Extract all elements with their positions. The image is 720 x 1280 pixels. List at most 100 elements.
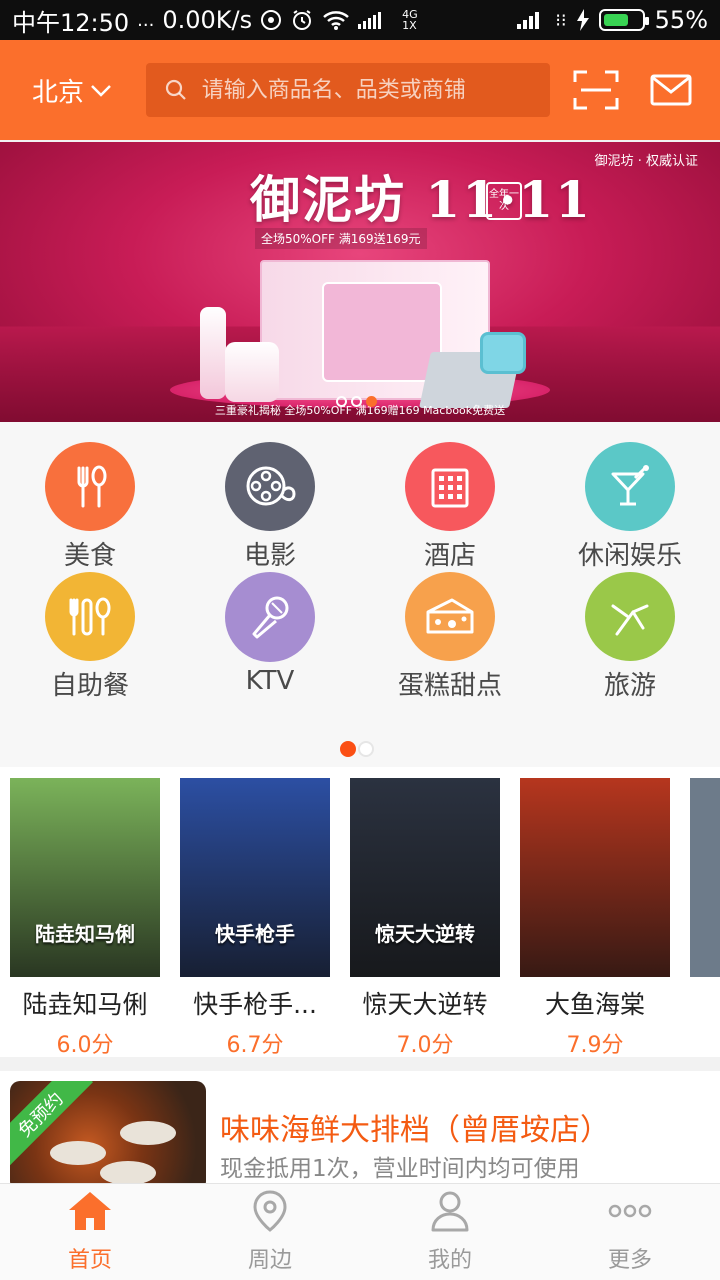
banner-page-indicator <box>336 396 377 407</box>
banner-brand: 御泥坊 · 权威认证 <box>595 150 698 169</box>
category-page-indicator <box>340 741 374 757</box>
search-icon <box>164 78 188 102</box>
movie-poster: 陆垚知马俐 <box>10 778 160 977</box>
banner-dot <box>366 396 377 407</box>
person-icon <box>430 1190 470 1236</box>
hotspot-icon <box>260 9 282 31</box>
battery-percent: 55% <box>655 6 708 34</box>
nav-label: 更多 <box>608 1242 652 1274</box>
banner-promo: 全场50%OFF 满169送169元 <box>255 228 427 249</box>
movie-poster <box>690 778 720 977</box>
category-item[interactable]: 电影 <box>180 442 360 572</box>
cocktail-icon <box>585 442 675 531</box>
nav-label: 周边 <box>248 1242 292 1274</box>
movie-poster: 快手枪手 <box>180 778 330 977</box>
category-item[interactable]: KTV <box>180 572 360 702</box>
nav-item[interactable]: 首页 <box>0 1184 180 1280</box>
movie-score: 7.9分 <box>520 1027 670 1057</box>
category-item[interactable]: 蛋糕甜点 <box>360 572 540 702</box>
travel-icon <box>585 572 675 661</box>
category-page-dot <box>358 741 374 757</box>
city-label: 北京 <box>32 72 84 109</box>
category-page-dot <box>340 741 356 757</box>
network-type: 4G 1X <box>402 9 418 31</box>
movie-card[interactable]: 陆垚知马俐 陆垚知马俐 6.0分 <box>10 778 160 1057</box>
category-item[interactable]: 旅游 <box>540 572 720 702</box>
category-item[interactable]: 休闲娱乐 <box>540 442 720 572</box>
category-label: KTV <box>246 666 295 696</box>
category-item[interactable]: 酒店 <box>360 442 540 572</box>
banner-dot <box>336 396 347 407</box>
category-label: 蛋糕甜点 <box>398 665 502 702</box>
category-item[interactable]: 美食 <box>0 442 180 572</box>
poster-title: 陆垚知马俐 <box>16 918 154 947</box>
deal-card[interactable]: 免预约 味味海鲜大排档（曾厝垵店） 现金抵用1次，营业时间内均可使用 <box>0 1071 720 1183</box>
status-time: 中午12:50 <box>12 3 129 38</box>
poster-title: 惊天大逆转 <box>356 918 494 947</box>
promo-banner[interactable]: 御泥坊 11·11 全年一次 全场50%OFF 满169送169元 御泥坊 · … <box>0 142 720 422</box>
category-label: 电影 <box>244 535 296 572</box>
bottom-nav: 首页 周边 我的 更多 <box>0 1183 720 1280</box>
search-input[interactable] <box>202 78 542 103</box>
battery-icon <box>599 9 645 31</box>
cheese-cake-icon <box>405 572 495 661</box>
category-label: 旅游 <box>604 665 656 702</box>
movie-card[interactable]: 快手枪手 快手枪手... 6.7分 <box>180 778 330 1057</box>
charging-icon <box>577 9 589 31</box>
movie-poster <box>520 778 670 977</box>
banner-badge: 全年一次 <box>486 182 522 220</box>
status-bar: 中午12:50 ... 0.00K/s 4G 1X ⁝⁝ 55% <box>0 0 720 40</box>
movie-score: 6.7分 <box>180 1027 330 1057</box>
wifi-icon <box>322 9 350 31</box>
fork-spoon-icon <box>45 442 135 531</box>
alarm-icon <box>290 8 314 32</box>
status-more-dots: ⁝⁝ <box>555 10 566 31</box>
mail-icon <box>650 74 692 106</box>
banner-jar <box>225 342 279 402</box>
movie-card[interactable]: 大鱼海棠 7.9分 <box>520 778 670 1057</box>
movie-score: 7.0分 <box>350 1027 500 1057</box>
nav-label: 我的 <box>428 1242 472 1274</box>
poster-title: 快手枪手 <box>186 918 324 947</box>
nav-item[interactable]: 更多 <box>540 1184 720 1280</box>
nav-item[interactable]: 周边 <box>180 1184 360 1280</box>
movie-name: 惊天大逆转 <box>350 985 500 1021</box>
banner-camera <box>480 332 526 374</box>
scan-button[interactable] <box>566 60 625 120</box>
chevron-down-icon <box>90 84 112 98</box>
top-header: 北京 <box>0 40 720 140</box>
movie-name: 陆垚知马俐 <box>10 985 160 1021</box>
category-label: 自助餐 <box>51 665 129 702</box>
movie-card[interactable]: 惊天大逆转 惊天大逆转 7.0分 <box>350 778 500 1057</box>
deal-thumbnail: 免预约 <box>10 1081 206 1183</box>
city-selector[interactable]: 北京 <box>32 72 146 109</box>
nav-label: 首页 <box>68 1242 112 1274</box>
movie-score: 6.0分 <box>10 1027 160 1057</box>
building-icon <box>405 442 495 531</box>
category-grid: 美食 电影 酒店 休闲娱乐自助餐 KTV 蛋糕甜点 旅游 <box>0 422 720 767</box>
category-label: 美食 <box>64 535 116 572</box>
movie-card-partial[interactable] <box>690 778 720 977</box>
movie-poster: 惊天大逆转 <box>350 778 500 977</box>
search-box[interactable] <box>146 63 551 117</box>
deal-description: 现金抵用1次，营业时间内均可使用 <box>220 1149 580 1183</box>
signal-4g-icon <box>358 9 394 31</box>
more-dots-icon <box>607 1190 653 1236</box>
category-label: 酒店 <box>424 535 476 572</box>
movie-name: 大鱼海棠 <box>520 985 670 1021</box>
banner-title: 御泥坊 11·11 <box>250 160 592 232</box>
home-icon <box>67 1190 113 1236</box>
movie-carousel: 陆垚知马俐 陆垚知马俐 6.0分 快手枪手 快手枪手... 6.7分 惊天大逆转 惊天大逆转 7… <box>0 767 720 1057</box>
status-dots: ... <box>137 10 154 31</box>
message-button[interactable] <box>641 60 700 120</box>
signal-icon <box>517 9 545 31</box>
category-item[interactable]: 自助餐 <box>0 572 180 702</box>
nav-item[interactable]: 我的 <box>360 1184 540 1280</box>
status-speed: 0.00K/s <box>162 6 252 34</box>
film-reel-icon <box>225 442 315 531</box>
deal-title: 味味海鲜大排档（曾厝垵店） <box>220 1105 610 1149</box>
location-pin-icon <box>252 1190 288 1236</box>
buffet-utensils-icon <box>45 572 135 661</box>
category-label: 休闲娱乐 <box>578 535 682 572</box>
banner-bottle <box>200 307 226 399</box>
